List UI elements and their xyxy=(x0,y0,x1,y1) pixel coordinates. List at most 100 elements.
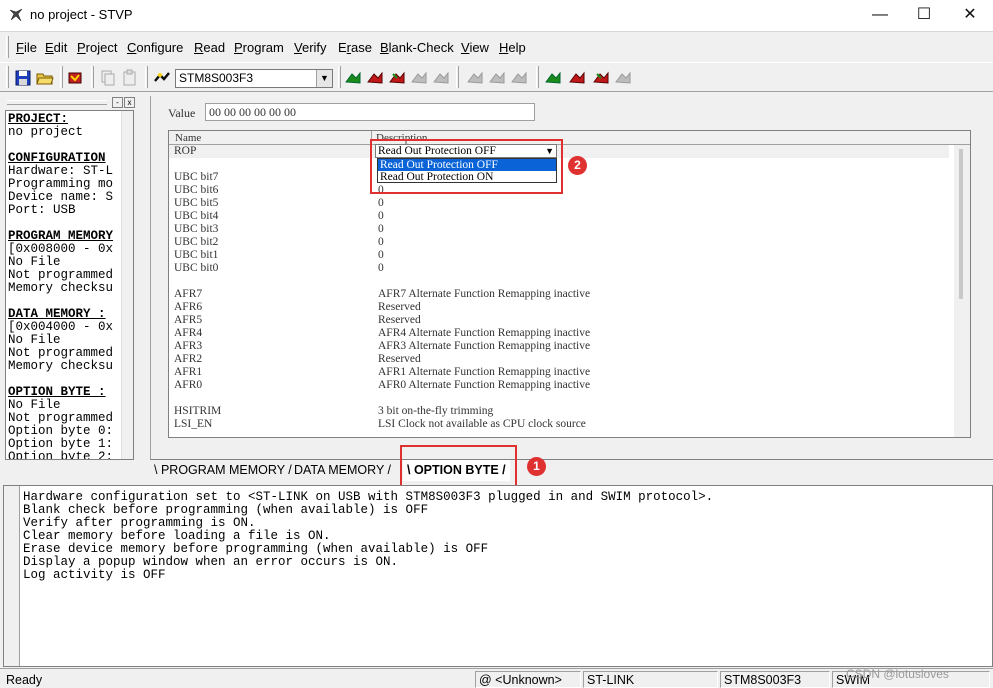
info-line: Option byte 2: xyxy=(8,450,114,460)
blank-check-icon-disabled xyxy=(433,71,449,84)
verify-current-icon-disabled xyxy=(511,71,527,84)
info-line: Port: USB xyxy=(8,203,76,217)
status-device: STM8S003F3 xyxy=(720,671,830,688)
status-address: @ <Unknown> xyxy=(475,671,581,688)
toolbar-separator xyxy=(60,66,63,88)
grid-header: Name Description xyxy=(169,131,970,145)
watermark-text: CSDN @lotusloves xyxy=(846,667,949,681)
highlight-box-dropdown xyxy=(370,139,563,194)
table-row[interactable]: AFR3 AFR3 Alternate Function Remapping in… xyxy=(169,340,949,353)
option-byte-grid: Name Description ROP UBC bit70 UBC bit60… xyxy=(168,130,971,438)
menu-verify[interactable]: Verify xyxy=(294,40,327,55)
table-row[interactable]: AFR6 Reserved xyxy=(169,301,949,314)
device-select[interactable]: STM8S003F3 ▼ xyxy=(175,69,333,88)
close-button[interactable]: ✕ xyxy=(947,0,993,31)
memory-tabs: \ PROGRAM MEMORY / DATA MEMORY / \ OPTIO… xyxy=(150,459,993,481)
table-row[interactable]: UBC bit3 0 xyxy=(169,223,949,236)
table-row[interactable]: UBC bit5 0 xyxy=(169,197,949,210)
table-row[interactable]: AFR1 AFR1 Alternate Function Remapping in… xyxy=(169,366,949,379)
panel-grip[interactable] xyxy=(7,100,107,105)
menu-configure[interactable]: Configure xyxy=(127,40,183,55)
column-header-name[interactable]: Name xyxy=(175,132,201,144)
menu-help[interactable]: Help xyxy=(499,40,526,55)
tab-data-memory[interactable]: DATA MEMORY / xyxy=(290,462,395,480)
chevron-down-icon[interactable]: ▼ xyxy=(316,70,332,87)
toolbar-separator xyxy=(338,66,341,88)
device-select-value: STM8S003F3 xyxy=(179,71,254,85)
menu-project[interactable]: Project xyxy=(77,40,117,55)
table-row[interactable]: AFR7 AFR7 Alternate Function Remapping in… xyxy=(169,288,949,301)
title-bar: no project - STVP — ☐ ✕ xyxy=(0,0,993,31)
menu-bar: File Edit Project Configure Read Program… xyxy=(0,31,993,62)
table-row[interactable]: LSI_EN LSI Clock not available as CPU clo… xyxy=(169,418,949,431)
panel-minimize-button[interactable]: - xyxy=(112,97,123,108)
program-tab-icon[interactable] xyxy=(568,69,586,87)
project-chip-icon[interactable] xyxy=(66,69,84,87)
table-row[interactable]: HSITRIM 3 bit on-the-fly trimming xyxy=(169,405,949,418)
log-panel: Hardware configuration set to <ST-LINK o… xyxy=(3,485,993,667)
menu-file[interactable]: File xyxy=(16,40,37,55)
info-line: Memory checksu xyxy=(8,281,114,295)
copy-icon-disabled xyxy=(101,70,115,86)
panel-scrollbar[interactable] xyxy=(121,111,133,459)
menu-edit[interactable]: Edit xyxy=(45,40,67,55)
window-title: no project - STVP xyxy=(30,7,133,22)
toolbar-grip[interactable] xyxy=(6,66,9,88)
maximize-button[interactable]: ☐ xyxy=(901,0,947,31)
table-row[interactable]: AFR4 AFR4 Alternate Function Remapping in… xyxy=(169,327,949,340)
toolbar-separator xyxy=(145,66,148,88)
menu-view[interactable]: View xyxy=(461,40,489,55)
toolbar-separator xyxy=(91,66,94,88)
menu-blank-check[interactable]: Blank-Check xyxy=(380,40,454,55)
read-current-icon-disabled xyxy=(467,71,483,84)
program-current-icon-disabled xyxy=(489,71,505,84)
project-info-panel: - x PROJECT: no project CONFIGURATION Ha… xyxy=(3,96,137,462)
device-chip-icon xyxy=(154,72,170,82)
menu-erase[interactable]: Erase xyxy=(338,40,372,55)
tab-program-memory[interactable]: \ PROGRAM MEMORY / xyxy=(150,462,296,480)
panel-header: - x xyxy=(3,96,137,110)
table-row[interactable]: UBC bit0 0 xyxy=(169,262,949,275)
grid-scrollbar[interactable] xyxy=(954,145,970,437)
minimize-button[interactable]: — xyxy=(857,0,903,31)
read-all-icon[interactable] xyxy=(344,69,362,87)
table-row[interactable]: AFR5 Reserved xyxy=(169,314,949,327)
value-field[interactable]: 00 00 00 00 00 00 xyxy=(205,103,535,121)
option-byte-panel: Value 00 00 00 00 00 00 Name Description… xyxy=(150,96,993,480)
menu-read[interactable]: Read xyxy=(194,40,225,55)
toolbar: STM8S003F3 ▼ xyxy=(0,62,993,92)
table-row[interactable]: UBC bit1 0 xyxy=(169,249,949,262)
read-tab-icon[interactable] xyxy=(544,69,562,87)
log-gutter xyxy=(4,486,20,666)
step-badge-2: 2 xyxy=(568,156,587,175)
panel-close-button[interactable]: x xyxy=(124,97,135,108)
verify-all-icon[interactable] xyxy=(388,69,406,87)
save-icon[interactable] xyxy=(14,69,32,87)
value-label: Value xyxy=(168,106,196,120)
info-line: Memory checksu xyxy=(8,359,114,373)
program-all-icon[interactable] xyxy=(366,69,384,87)
paste-icon-disabled xyxy=(123,69,136,86)
erase-tab-icon-disabled xyxy=(615,71,631,84)
toolbar-separator xyxy=(536,66,539,88)
erase-icon-disabled xyxy=(411,71,427,84)
stvp-app-icon xyxy=(9,8,23,22)
verify-tab-icon[interactable] xyxy=(592,69,610,87)
open-folder-icon[interactable] xyxy=(36,69,54,87)
status-programmer: ST-LINK xyxy=(583,671,718,688)
toolbar-separator xyxy=(456,66,459,88)
menu-program[interactable]: Program xyxy=(234,40,284,55)
table-row[interactable]: AFR2 Reserved xyxy=(169,353,949,366)
log-line: Log activity is OFF xyxy=(23,568,166,582)
table-row[interactable]: UBC bit2 0 xyxy=(169,236,949,249)
table-row[interactable]: AFR0 AFR0 Alternate Function Remapping in… xyxy=(169,379,949,392)
project-info-content: PROJECT: no project CONFIGURATION Hardwa… xyxy=(5,110,134,460)
status-bar: Ready @ <Unknown> ST-LINK STM8S003F3 SWI… xyxy=(0,668,993,688)
table-row[interactable]: UBC bit4 0 xyxy=(169,210,949,223)
menu-grip[interactable] xyxy=(6,36,9,58)
scrollbar-thumb[interactable] xyxy=(959,149,963,299)
log-output: Hardware configuration set to <ST-LINK o… xyxy=(23,491,713,582)
status-ready: Ready xyxy=(6,673,43,687)
info-line: no project xyxy=(8,125,84,139)
step-badge-1: 1 xyxy=(527,457,546,476)
